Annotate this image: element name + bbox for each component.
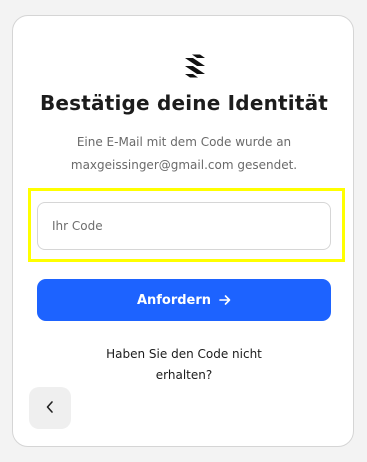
email-address-line: maxgeissinger@gmail.com gesendet. — [70, 158, 298, 172]
page-title: Bestätige deine Identität — [39, 91, 329, 115]
request-button[interactable]: Anfordern — [37, 279, 331, 321]
resend-line: Haben Sie den Code nicht — [106, 347, 262, 361]
resend-line: erhalten? — [155, 368, 213, 382]
brand-logo-icon — [173, 44, 217, 88]
verification-card: Bestätige deine Identität Eine E-Mail mi… — [12, 15, 354, 447]
code-input[interactable] — [37, 202, 331, 250]
instruction-text: Eine E-Mail mit dem Code wurde an maxgei… — [33, 131, 335, 177]
back-button[interactable] — [29, 387, 71, 429]
request-button-label: Anfordern — [136, 292, 212, 308]
instruction-line: Eine E-Mail mit dem Code wurde an — [76, 135, 292, 149]
resend-code-link[interactable]: Haben Sie den Code nicht erhalten? — [73, 344, 295, 386]
arrow-right-icon — [219, 294, 231, 306]
chevron-left-icon — [44, 400, 56, 417]
